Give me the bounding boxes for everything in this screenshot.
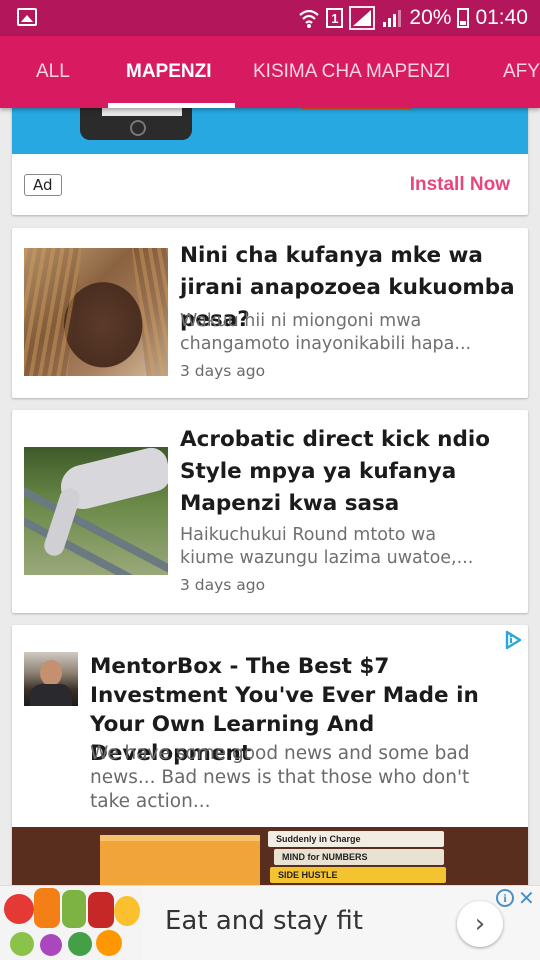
battery-percent: 20% (409, 6, 452, 29)
article-timestamp: 3 days ago (180, 576, 266, 594)
article-timestamp: 3 days ago (180, 362, 266, 380)
article-title[interactable]: Acrobatic direct kick ndio Style mpya ya… (180, 424, 520, 520)
article-excerpt: Wakuu hii ni miongoni mwa changamoto ina… (180, 311, 472, 354)
native-ad-card[interactable]: Ad Install Now (12, 96, 528, 215)
tab-mapenzi[interactable]: MAPENZI (126, 36, 212, 108)
active-tab-indicator (108, 103, 235, 108)
book-spine: Suddenly in Charge (268, 831, 444, 847)
category-tab-bar: ALL MAPENZI KISIMA CHA MAPENZI AFY (0, 36, 540, 108)
ad-info-icon[interactable]: i (496, 889, 514, 907)
sponsored-card[interactable]: MentorBox - The Best $7 Investment You'v… (12, 625, 528, 905)
sim-indicator: 1 (326, 8, 344, 28)
article-card[interactable]: Nini cha kufanya mke wa jirani anapozoea… (12, 228, 528, 398)
install-now-button[interactable]: Install Now (410, 174, 510, 196)
bottom-banner-ad[interactable]: Eat and stay fit › (0, 885, 540, 960)
article-excerpt: Haikuchukui Round mtoto wa kiume wazungu… (180, 525, 474, 568)
fruit-ad-image[interactable] (0, 886, 143, 960)
bottom-ad-headline[interactable]: Eat and stay fit (165, 906, 363, 936)
tab-all[interactable]: ALL (36, 36, 70, 108)
article-thumbnail[interactable] (24, 447, 168, 575)
status-bar: 1 20% 01:40 (0, 0, 540, 36)
article-card[interactable]: Acrobatic direct kick ndio Style mpya ya… (12, 410, 528, 613)
advertiser-avatar[interactable] (24, 652, 78, 706)
promo-description: We have some good news and some bad news… (90, 743, 470, 812)
signal-icon-1 (349, 6, 376, 30)
adchoices-icon[interactable] (502, 629, 524, 651)
signal-icon-2 (383, 10, 402, 27)
ad-badge: Ad (24, 174, 62, 196)
tab-afya[interactable]: AFY (503, 36, 540, 108)
battery-icon (457, 8, 470, 28)
clock: 01:40 (475, 6, 528, 29)
gallery-notification-icon (17, 8, 37, 26)
tab-kisima-cha-mapenzi[interactable]: KISIMA CHA MAPENZI (253, 36, 450, 108)
close-icon[interactable]: ✕ (518, 886, 535, 910)
book-spine: MIND for NUMBERS (274, 849, 444, 865)
book-spine: SIDE HUSTLE (270, 867, 446, 883)
status-icons: 1 20% 01:40 (298, 0, 528, 36)
chevron-right-icon[interactable]: › (457, 901, 503, 947)
article-thumbnail[interactable] (24, 248, 168, 376)
wifi-icon (299, 9, 320, 28)
